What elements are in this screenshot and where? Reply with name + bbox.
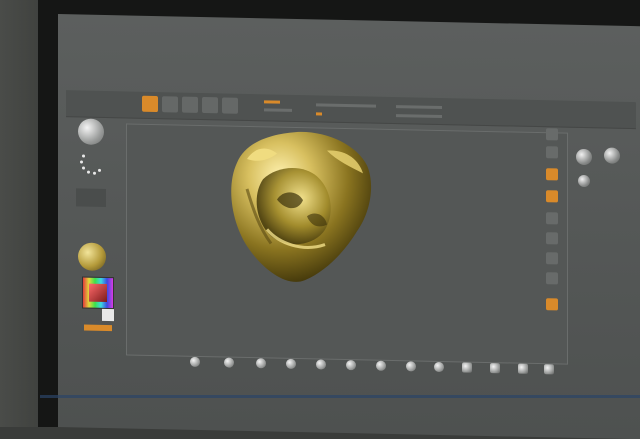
tool-subtool-icon[interactable] xyxy=(578,174,590,188)
move-view-button[interactable] xyxy=(546,252,558,265)
persp-button[interactable] xyxy=(546,168,558,181)
move-button[interactable] xyxy=(182,96,198,113)
polyf-button[interactable] xyxy=(546,298,558,311)
rotate-button[interactable] xyxy=(222,97,238,114)
tool-star-icon[interactable] xyxy=(604,147,620,164)
draw-button[interactable] xyxy=(162,96,178,113)
brush-9-icon[interactable] xyxy=(434,361,444,373)
brush-10-icon[interactable] xyxy=(462,362,472,373)
scale-button[interactable] xyxy=(202,97,218,114)
brush-8-icon[interactable] xyxy=(406,361,416,372)
brush-7-icon[interactable] xyxy=(376,360,386,371)
brush-1-icon[interactable] xyxy=(190,356,200,367)
bpr-button[interactable] xyxy=(546,128,558,141)
secondary-color-swatch[interactable] xyxy=(102,308,114,322)
brush-11-icon[interactable] xyxy=(490,363,500,374)
draw-size-slider[interactable] xyxy=(316,112,322,116)
brush-sphere-icon[interactable] xyxy=(78,118,104,145)
spix-button[interactable] xyxy=(546,146,558,159)
tool-sphere-icon[interactable] xyxy=(576,148,592,166)
color-picker-icon[interactable] xyxy=(82,276,114,310)
stroke-dots-icon[interactable] xyxy=(80,152,104,177)
zoom-view-button[interactable] xyxy=(546,272,558,285)
projected-screen xyxy=(58,14,640,439)
viewport-canvas[interactable] xyxy=(126,123,568,365)
material-sphere-icon[interactable] xyxy=(78,242,106,272)
local-button[interactable] xyxy=(546,212,558,225)
brush-2-icon[interactable] xyxy=(224,357,234,368)
total-points-readout xyxy=(396,114,442,119)
alpha-slot[interactable] xyxy=(76,188,106,208)
brush-4-icon[interactable] xyxy=(286,358,296,369)
floor-button[interactable] xyxy=(546,190,558,203)
tool-panel xyxy=(568,121,634,362)
color-square[interactable] xyxy=(89,283,107,303)
mrgb-toggle[interactable] xyxy=(264,100,280,104)
model-icon xyxy=(231,132,372,282)
screen-bottom-edge xyxy=(40,395,640,398)
brush-3-icon[interactable] xyxy=(256,358,266,369)
edit-button[interactable] xyxy=(142,95,158,113)
rgb-slider[interactable] xyxy=(264,108,292,112)
focal-shift-slider[interactable] xyxy=(316,103,376,108)
active-points-readout xyxy=(396,105,442,110)
right-shelf xyxy=(544,128,564,328)
color-switch-button[interactable] xyxy=(84,324,112,332)
brush-6-icon[interactable] xyxy=(346,360,356,371)
left-tray xyxy=(72,118,122,359)
brush-13-icon[interactable] xyxy=(544,364,554,375)
brush-5-icon[interactable] xyxy=(316,359,326,370)
frame-button[interactable] xyxy=(546,232,558,245)
brush-12-icon[interactable] xyxy=(518,363,528,374)
